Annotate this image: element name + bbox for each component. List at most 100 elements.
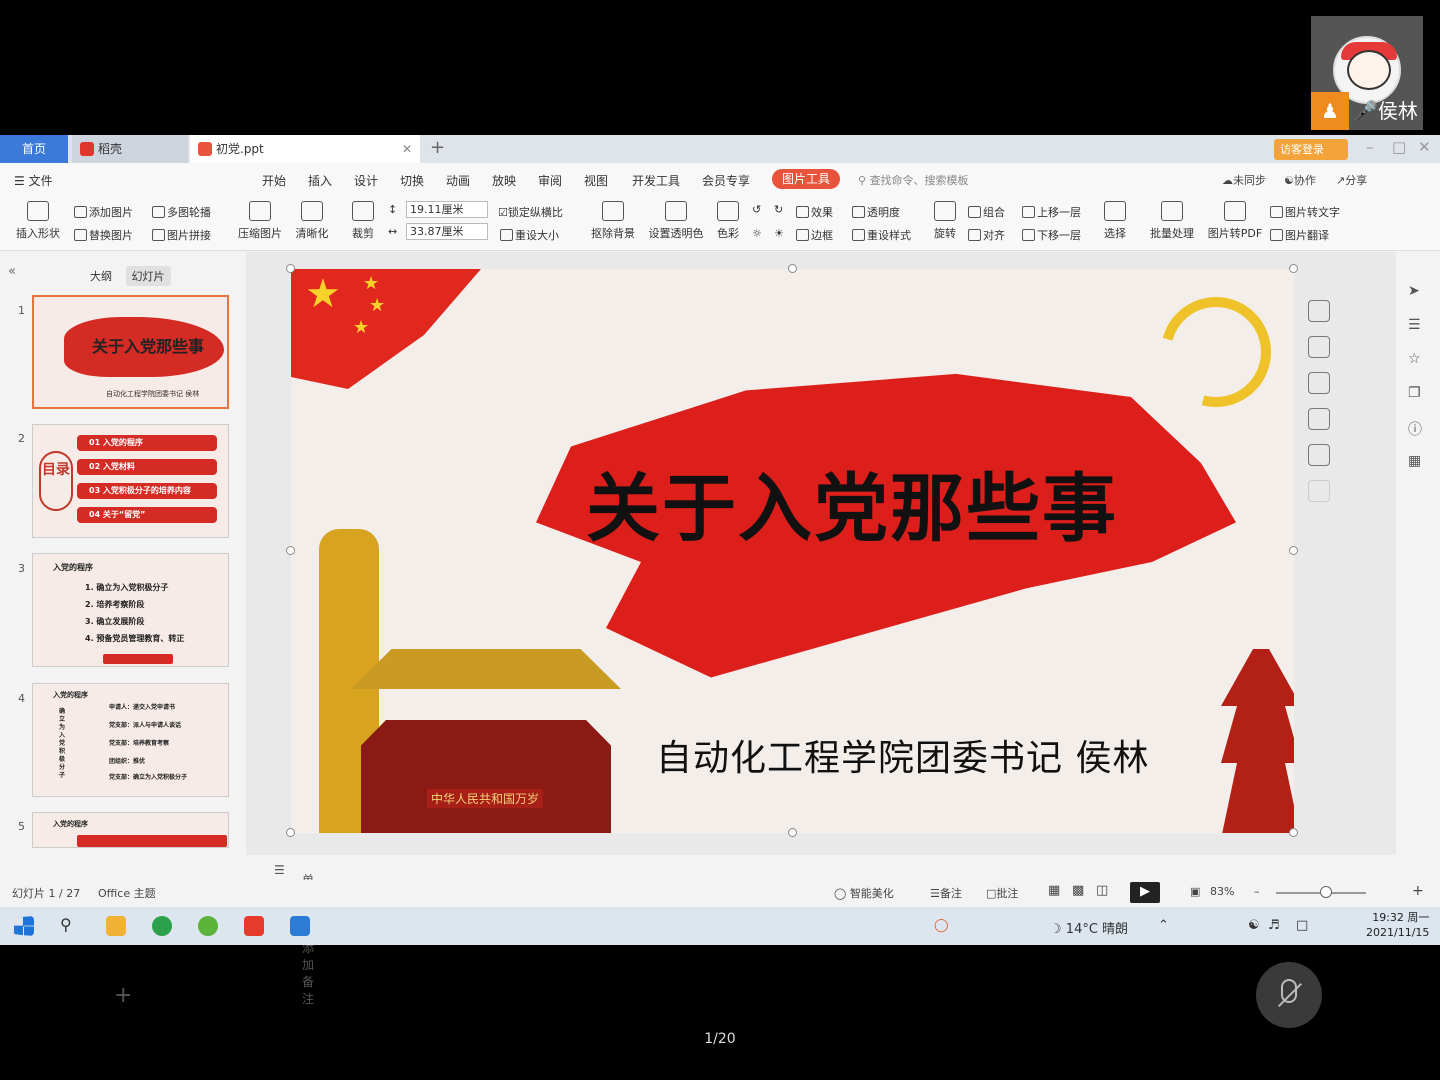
resize-handle[interactable] bbox=[1289, 546, 1298, 555]
effect-button[interactable]: 效果 bbox=[796, 204, 833, 220]
brightness-down-icon[interactable]: ☼ bbox=[752, 227, 762, 240]
lock-ratio-checkbox[interactable]: ☑锁定纵横比 bbox=[498, 204, 563, 220]
search-icon[interactable]: ⚲ bbox=[60, 915, 72, 934]
thumbnail-slide-1[interactable]: 关于入党那些事 自动化工程学院团委书记 侯林 bbox=[32, 295, 229, 409]
participant-tile[interactable]: ♟ 🎤侯林 bbox=[1311, 16, 1423, 130]
reading-view-icon[interactable]: ◫ bbox=[1096, 883, 1108, 898]
meeting-app-icon[interactable] bbox=[290, 916, 310, 936]
resize-handle[interactable] bbox=[286, 828, 295, 837]
slide-title[interactable]: 关于入党那些事 bbox=[586, 449, 1118, 556]
current-slide[interactable]: ★ ★ ★ ★ 关于入党那些事 自动化工程学院团委书记 侯林 中华人民共和国万岁 bbox=[291, 269, 1294, 833]
tab-docer[interactable]: 稻壳 bbox=[72, 135, 188, 163]
crop-button[interactable]: 裁剪 bbox=[346, 201, 380, 241]
compress-picture-button[interactable]: 压缩图片 bbox=[236, 201, 284, 241]
align-button[interactable]: 对齐 bbox=[968, 227, 1005, 243]
zoom-in-icon[interactable]: + bbox=[1412, 883, 1424, 899]
add-slide-button[interactable]: + bbox=[114, 983, 132, 1008]
help-icon[interactable]: ⓘ bbox=[1408, 419, 1422, 439]
menu-item[interactable]: 插入 bbox=[308, 172, 332, 189]
windows-start-icon[interactable] bbox=[14, 916, 34, 936]
color-button[interactable]: 色彩 bbox=[712, 201, 744, 241]
guest-login-button[interactable]: 访客登录 bbox=[1274, 139, 1348, 160]
menu-file[interactable]: ☰ 文件 bbox=[14, 172, 53, 189]
picture-to-text-button[interactable]: 图片转文字 bbox=[1270, 204, 1340, 220]
menu-picture-tools[interactable]: 图片工具 bbox=[772, 169, 840, 189]
set-transparent-button[interactable]: 设置透明色 bbox=[646, 201, 706, 241]
tray-expand-icon[interactable]: ⌃ bbox=[1158, 918, 1169, 933]
brightness-up-icon[interactable]: ☀ bbox=[774, 227, 784, 240]
adjust-icon[interactable]: ☰ bbox=[1408, 317, 1421, 333]
tab-file[interactable]: 初党.ppt ✕ bbox=[190, 135, 420, 163]
share-button[interactable]: ↗分享 bbox=[1336, 172, 1367, 188]
reset-style-button[interactable]: 重设样式 bbox=[852, 227, 911, 243]
tab-outline[interactable]: 大纲 bbox=[84, 266, 118, 286]
resize-handle[interactable] bbox=[286, 264, 295, 273]
resize-handle[interactable] bbox=[1289, 264, 1298, 273]
picture-translate-button[interactable]: 图片翻译 bbox=[1270, 227, 1329, 243]
transparency-button[interactable]: 透明度 bbox=[852, 204, 900, 220]
thumbnail-slide-5[interactable]: 入党的程序 bbox=[32, 812, 229, 848]
weather-widget[interactable]: ☽ 14°C 晴朗 bbox=[1050, 918, 1128, 937]
zoom-level[interactable]: 83% bbox=[1210, 885, 1234, 898]
zoom-out-icon[interactable]: – bbox=[1254, 885, 1260, 898]
menu-item[interactable]: 视图 bbox=[584, 172, 608, 189]
resize-handle[interactable] bbox=[1289, 828, 1298, 837]
star-outline-icon[interactable]: ☆ bbox=[1408, 351, 1421, 367]
thumbnail-slide-2[interactable]: 目录 01 入党的程序 02 入党材料 03 入党积极分子的培养内容 04 关于… bbox=[32, 424, 229, 538]
picture-splice-button[interactable]: 图片拼接 bbox=[152, 227, 211, 243]
replace-picture-button[interactable]: 替换图片 bbox=[74, 227, 133, 243]
group-button[interactable]: 组合 bbox=[968, 204, 1005, 220]
notification-tray-icon[interactable]: □ bbox=[1296, 918, 1308, 933]
wps-icon[interactable] bbox=[244, 916, 264, 936]
width-field[interactable]: 33.87厘米 bbox=[406, 223, 488, 240]
rocket-icon[interactable]: ➤ bbox=[1408, 283, 1420, 299]
lightbulb-icon[interactable] bbox=[1308, 408, 1330, 430]
height-field[interactable]: 19.11厘米 bbox=[406, 201, 488, 218]
close-window-icon[interactable]: ✕ bbox=[1418, 138, 1431, 156]
send-backward-button[interactable]: 下移一层 bbox=[1022, 227, 1081, 243]
notes-toggle-button[interactable]: ☰备注 bbox=[930, 885, 962, 901]
border-button[interactable]: 边框 bbox=[796, 227, 833, 243]
command-search[interactable]: ⚲ 查找命令、搜索模板 bbox=[858, 172, 969, 188]
thumbnail-slide-3[interactable]: 入党的程序 1. 确立为入党积极分子 2. 培养考察阶段 3. 确立发展阶段 4… bbox=[32, 553, 229, 667]
network-icon[interactable]: ☯ bbox=[1248, 918, 1260, 933]
rotate-left-icon[interactable]: ↺ bbox=[752, 203, 761, 216]
collab-button[interactable]: ☯协作 bbox=[1284, 172, 1316, 188]
smart-beautify-button[interactable]: ◯ 智能美化 bbox=[834, 885, 894, 901]
zoom-icon[interactable] bbox=[1308, 336, 1330, 358]
menu-item[interactable]: 设计 bbox=[354, 172, 378, 189]
minimize-icon[interactable]: – bbox=[1366, 138, 1374, 156]
add-picture-button[interactable]: 添加图片 bbox=[74, 204, 133, 220]
crop-tool-icon[interactable] bbox=[1308, 372, 1330, 394]
sorter-view-icon[interactable]: ▩ bbox=[1072, 883, 1084, 898]
tab-home[interactable]: 首页 bbox=[0, 135, 68, 163]
resize-handle[interactable] bbox=[788, 828, 797, 837]
comments-button[interactable]: □批注 bbox=[986, 885, 1018, 901]
slideshow-play-button[interactable]: ▶ bbox=[1130, 882, 1160, 903]
reset-size-button[interactable]: 重设大小 bbox=[500, 227, 559, 243]
resize-handle[interactable] bbox=[788, 264, 797, 273]
picture-to-pdf-button[interactable]: 图片转PDF bbox=[1206, 201, 1264, 241]
menu-item[interactable]: 审阅 bbox=[538, 172, 562, 189]
wps-tray-icon[interactable]: ◯ bbox=[934, 918, 949, 933]
secure-browser-icon[interactable] bbox=[198, 916, 218, 936]
menu-item[interactable]: 开发工具 bbox=[632, 172, 680, 189]
clarify-button[interactable]: 清晰化 bbox=[290, 201, 334, 241]
picture-tool-icon[interactable] bbox=[1308, 444, 1330, 466]
image-edit-icon[interactable]: ▦ bbox=[1408, 453, 1421, 469]
menu-item[interactable]: 开始 bbox=[262, 172, 286, 189]
close-tab-icon[interactable]: ✕ bbox=[402, 135, 412, 163]
rotate-right-icon[interactable]: ↻ bbox=[774, 203, 783, 216]
mute-microphone-button[interactable] bbox=[1256, 962, 1322, 1028]
browser-icon[interactable] bbox=[152, 916, 172, 936]
layers-icon[interactable] bbox=[1308, 300, 1330, 322]
select-button[interactable]: 选择 bbox=[1098, 201, 1132, 241]
maximize-icon[interactable]: □ bbox=[1392, 138, 1406, 156]
menu-item[interactable]: 会员专享 bbox=[702, 172, 750, 189]
rotate-button[interactable]: 旋转 bbox=[928, 201, 962, 241]
resize-handle[interactable] bbox=[286, 546, 295, 555]
sync-status[interactable]: ☁未同步 bbox=[1222, 172, 1266, 188]
bring-forward-button[interactable]: 上移一层 bbox=[1022, 204, 1081, 220]
more-icon[interactable] bbox=[1308, 480, 1330, 502]
menu-item[interactable]: 动画 bbox=[446, 172, 470, 189]
